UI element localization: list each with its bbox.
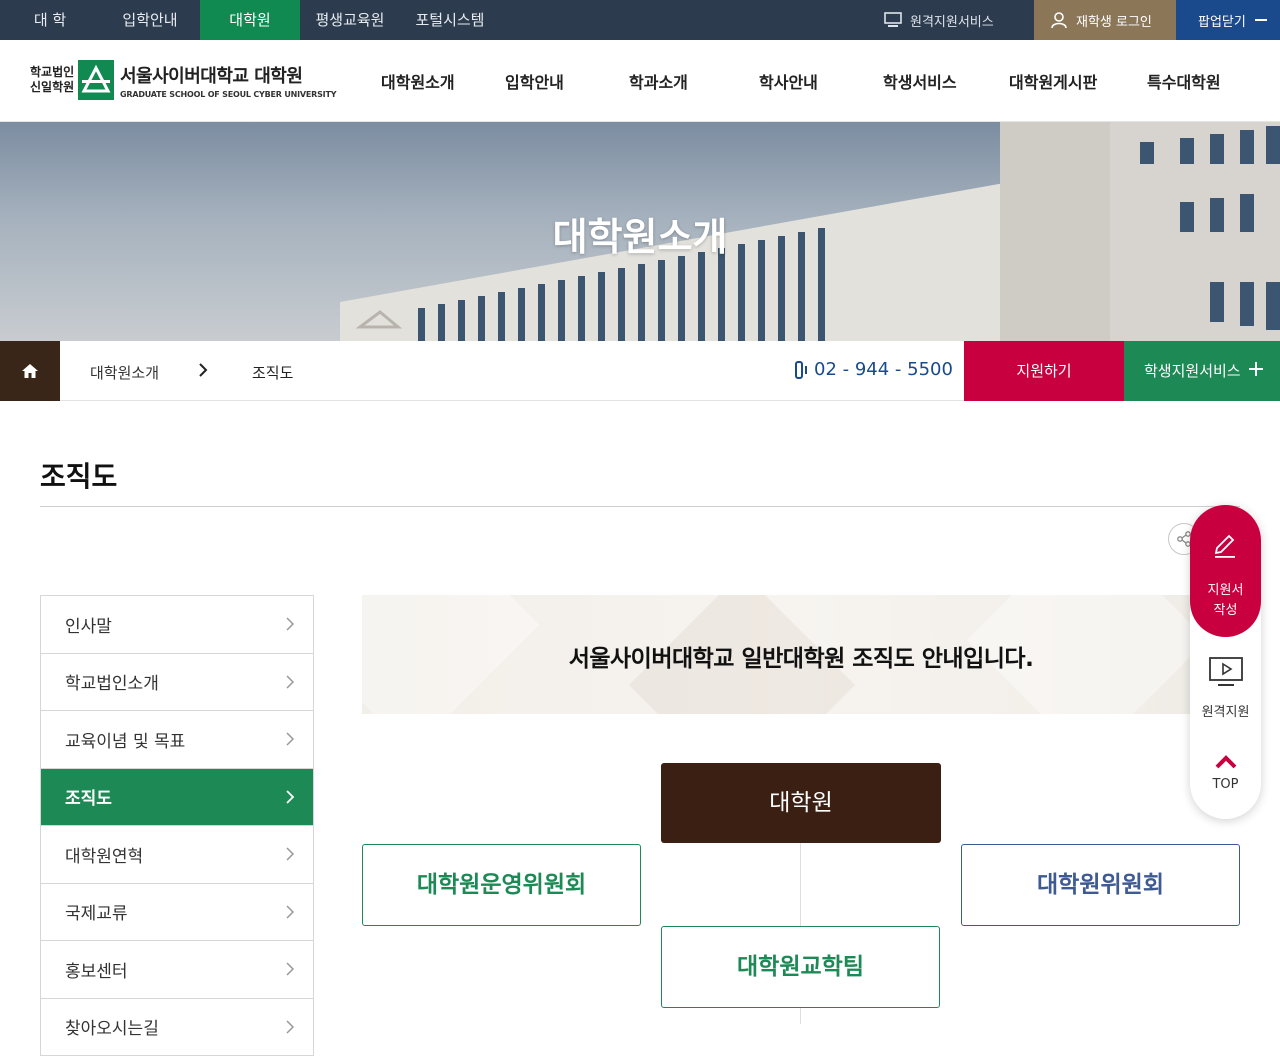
student-service-button[interactable]: 학생지원서비스 xyxy=(1124,341,1280,401)
logo-name-english: GRADUATE SCHOOL OF SEOUL CYBER UNIVERSIT… xyxy=(120,90,336,99)
phone-number-text: 02 - 944 - 5500 xyxy=(814,359,953,380)
subnav-label: 학교법인소개 xyxy=(65,669,159,694)
gnb-student-services[interactable]: 학생서비스 xyxy=(883,69,957,93)
subnav-history[interactable]: 대학원연혁 xyxy=(41,826,313,884)
gnb-academic[interactable]: 학사안내 xyxy=(759,69,818,93)
chevron-right-icon xyxy=(285,674,295,690)
page-title: 조직도 xyxy=(40,455,117,495)
subnav-international[interactable]: 국제교류 xyxy=(41,884,313,942)
logo-corporation: 학교법인 신일학원 xyxy=(30,65,78,95)
sub-nav: 인사말 학교법인소개 교육이념 및 목표 조직도 대학원연혁 국제교류 홍보센터… xyxy=(40,595,314,1056)
apply-button[interactable]: 지원하기 xyxy=(964,341,1124,401)
close-popup-label: 팝업닫기 xyxy=(1198,11,1246,30)
logo-corp-line1: 학교법인 xyxy=(30,65,78,80)
subnav-label: 홍보센터 xyxy=(65,957,128,982)
subnav-label: 찾아오시는길 xyxy=(65,1014,159,1039)
back-to-top-button[interactable]: TOP xyxy=(1190,753,1261,792)
topnav-university[interactable]: 대 학 xyxy=(0,0,100,40)
topnav-portal[interactable]: 포털시스템 xyxy=(400,0,500,40)
location-bar: 대학원소개 조직도 02 - 944 - 5500 지원하기 학생지원서비스 xyxy=(0,341,1280,401)
back-to-top-label: TOP xyxy=(1190,777,1261,792)
student-service-label: 학생지원서비스 xyxy=(1144,362,1241,380)
chevron-right-icon xyxy=(285,846,295,862)
student-login-label: 재학생 로그인 xyxy=(1076,11,1152,30)
chevron-right-icon xyxy=(285,731,295,747)
topnav-admission[interactable]: 입학안내 xyxy=(100,0,200,40)
chevron-up-icon xyxy=(1214,753,1238,769)
site-header: 학교법인 신일학원 서울사이버대학교 대학원 GRADUATE SCHOOL O… xyxy=(0,40,1280,122)
remote-service-link[interactable]: 원격지원서비스 xyxy=(884,0,1034,40)
org-node-graduate-committee: 대학원위원회 xyxy=(961,844,1240,926)
top-utility-bar: 대 학 입학안내 대학원 평생교육원 포털시스템 원격지원서비스 재학생 로그인… xyxy=(0,0,1280,40)
subnav-label: 국제교류 xyxy=(65,899,128,924)
chevron-right-icon xyxy=(285,616,295,632)
chevron-right-icon xyxy=(196,360,210,380)
subnav-philosophy[interactable]: 교육이념 및 목표 xyxy=(41,711,313,769)
gnb-departments[interactable]: 학과소개 xyxy=(629,69,688,93)
gnb-board[interactable]: 대학원게시판 xyxy=(1009,69,1097,93)
pencil-icon xyxy=(1212,529,1238,559)
logo-corp-line2: 신일학원 xyxy=(30,80,78,95)
monitor-icon xyxy=(884,12,902,28)
subnav-label: 조직도 xyxy=(65,784,112,809)
chevron-right-icon xyxy=(285,1019,295,1035)
breadcrumb-level1[interactable]: 대학원소개 xyxy=(90,362,159,383)
subnav-label: 교육이념 및 목표 xyxy=(65,727,185,752)
topnav-graduate[interactable]: 대학원 xyxy=(200,0,300,40)
quick-remote-button[interactable]: 원격지원 xyxy=(1190,655,1261,720)
quick-apply-line1: 지원서 xyxy=(1190,581,1261,601)
chevron-right-icon xyxy=(285,789,295,805)
title-divider xyxy=(40,506,1240,507)
org-node-operations-committee: 대학원운영위원회 xyxy=(362,844,641,926)
user-icon xyxy=(1050,11,1068,29)
remote-service-label: 원격지원서비스 xyxy=(910,11,994,30)
student-login-button[interactable]: 재학생 로그인 xyxy=(1034,0,1176,40)
org-intro-banner: 서울사이버대학교 일반대학원 조직도 안내입니다. xyxy=(362,595,1240,714)
quick-apply-button[interactable]: 지원서 작성 xyxy=(1190,505,1261,637)
home-icon xyxy=(21,362,39,380)
breadcrumb-level2[interactable]: 조직도 xyxy=(252,362,293,383)
quick-apply-line2: 작성 xyxy=(1190,601,1261,621)
subnav-pr-center[interactable]: 홍보센터 xyxy=(41,941,313,999)
phone-icon xyxy=(794,360,810,380)
subnav-directions[interactable]: 찾아오시는길 xyxy=(41,999,313,1056)
org-node-academic-team: 대학원교학팀 xyxy=(661,926,940,1008)
org-node-graduate-school: 대학원 xyxy=(661,763,941,843)
quick-remote-label: 원격지원 xyxy=(1190,701,1261,720)
subnav-org-chart[interactable]: 조직도 xyxy=(41,769,313,827)
gnb-special-graduate[interactable]: 특수대학원 xyxy=(1147,69,1221,93)
plus-icon xyxy=(1249,362,1263,376)
logo-name-korean: 서울사이버대학교 대학원 xyxy=(120,62,336,88)
visual-title: 대학원소개 xyxy=(0,206,1280,261)
page-visual-banner: 대학원소개 xyxy=(0,122,1280,341)
video-monitor-icon xyxy=(1208,655,1244,689)
gnb-graduate-intro[interactable]: 대학원소개 xyxy=(381,69,455,93)
chevron-right-icon xyxy=(285,961,295,977)
home-button[interactable] xyxy=(0,341,60,401)
site-logo[interactable]: 학교법인 신일학원 서울사이버대학교 대학원 GRADUATE SCHOOL O… xyxy=(30,60,336,100)
subnav-label: 인사말 xyxy=(65,612,112,637)
chevron-right-icon xyxy=(285,904,295,920)
quick-menu: 지원서 작성 원격지원 TOP xyxy=(1190,505,1261,819)
org-intro-text: 서울사이버대학교 일반대학원 조직도 안내입니다. xyxy=(362,639,1240,673)
logo-emblem-icon xyxy=(78,60,114,100)
close-popup-button[interactable]: 팝업닫기 xyxy=(1176,0,1280,40)
subnav-greeting[interactable]: 인사말 xyxy=(41,596,313,654)
topnav-lifelong-education[interactable]: 평생교육원 xyxy=(300,0,400,40)
phone-number: 02 - 944 - 5500 xyxy=(794,359,953,380)
subnav-foundation[interactable]: 학교법인소개 xyxy=(41,654,313,712)
subnav-label: 대학원연혁 xyxy=(65,842,143,867)
gnb-admission[interactable]: 입학안내 xyxy=(505,69,564,93)
top-site-nav: 대 학 입학안내 대학원 평생교육원 포털시스템 xyxy=(0,0,500,40)
minus-icon xyxy=(1254,13,1268,27)
